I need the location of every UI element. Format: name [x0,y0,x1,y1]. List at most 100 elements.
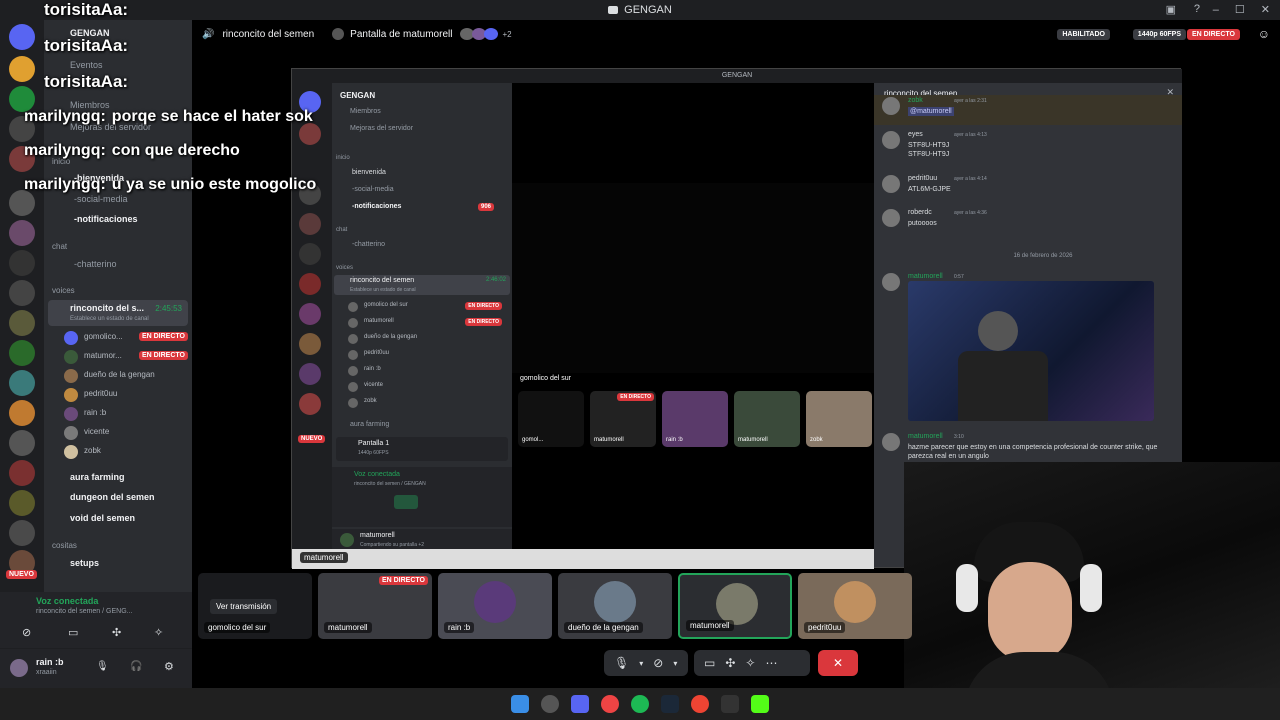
category-cositas[interactable]: cositas [52,541,77,550]
category-voices[interactable]: voices [52,286,75,295]
stream-tile[interactable]: rain :b [438,573,552,639]
chrome-icon[interactable] [601,695,619,713]
microphone-icon[interactable]: 🎙 [96,661,109,672]
voice-status: Establece un estado de canal [70,316,149,322]
more-icon[interactable]: ⋯ [765,656,777,670]
microphone-icon[interactable]: 🎙 [614,656,629,670]
overlay-chat-user: marilyngq: [24,142,106,159]
channel-aura-farming[interactable]: aura farming [70,472,125,482]
inner-channel: -social-media [352,186,394,193]
voice-member[interactable]: pedrit0uu [64,387,188,403]
camera-off-icon[interactable]: ⊘ [22,626,31,639]
stream-tile[interactable]: matumorell [678,573,792,639]
user-avatar-icon[interactable]: ☺ [1258,27,1270,41]
activities-icon[interactable]: ✣ [725,656,735,670]
server-icon[interactable] [9,520,35,546]
channel-chatterino[interactable]: -chatterino [74,259,117,269]
inner-cat-inicio: inicio [336,155,350,161]
stage-channel-name: rinconcito del semen [222,28,315,40]
headphones-icon[interactable]: 🎧 [130,661,142,672]
server-icon[interactable] [9,56,35,82]
steam-icon[interactable] [661,695,679,713]
camera-off-icon[interactable]: ⊘ [653,656,663,670]
soundboard-icon[interactable]: ✧ [745,656,755,670]
events-item[interactable]: Eventos [70,60,103,70]
kick-icon[interactable] [751,695,769,713]
channel-notificaciones[interactable]: -notificaciones [74,214,138,224]
channel-dungeon[interactable]: dungeon del semen [70,492,155,502]
tile-label: matumorell [686,620,734,631]
settings-gear-icon[interactable]: ⚙ [164,660,174,673]
screen-share-icon[interactable]: ▭ [68,626,78,639]
phone-hangup-icon: ✕ [832,656,844,670]
category-chat[interactable]: chat [52,242,67,251]
voice-member[interactable]: rain :b [64,406,188,422]
stream-tile[interactable]: matumorell EN DIRECTO [318,573,432,639]
avatar [332,28,345,40]
windows-start-icon[interactable] [511,695,529,713]
server-icon[interactable] [9,280,35,306]
inbox-icon[interactable]: ▣ [1166,3,1176,16]
chevron-down-icon[interactable]: ▾ [639,659,643,668]
inner-voice-active: rinconcito del semen 2:46:02 Establece u… [334,275,510,295]
server-icon[interactable] [9,340,35,366]
channel-void[interactable]: void del semen [70,513,135,523]
user-tag: xraaiin [36,669,57,676]
discord-icon[interactable] [571,695,589,713]
channel-social-media[interactable]: -social-media [74,194,128,204]
inner-voice-status: Establece un estado de canal [350,287,416,293]
inner-bottom-label: matumorell [300,552,348,563]
inner-screen-card: Pantalla 1 1440p 60FPS [336,437,508,461]
spotify-icon[interactable] [631,695,649,713]
server-icon[interactable] [9,250,35,276]
chat-message: pedrit0uu ayer a las 4:14 ATL6M-GJPE [874,173,1182,203]
inner-stream-tile: rain :b [662,391,728,447]
overlay-chat-text: porqe se hace el hater sok [111,108,313,125]
avatar [474,581,516,623]
message-time: ayer a las 2:31 [954,98,987,104]
obs-icon[interactable] [541,695,559,713]
disconnect-button[interactable]: ✕ [818,650,858,676]
avatar [882,175,900,193]
channel-setups[interactable]: setups [70,558,99,568]
activities-icon[interactable]: ✣ [112,626,121,639]
server-icon[interactable] [9,460,35,486]
inner-cat-voices: voices [336,265,354,271]
help-icon[interactable]: ? [1194,3,1200,15]
voice-member[interactable]: dueño de la gengan [64,368,188,384]
server-icon[interactable] [9,400,35,426]
voice-connection-panel: Voz conectada rinconcito del semen / GEN… [0,592,192,648]
inner-vc-label: Voz conectada [354,471,400,478]
voice-member[interactable]: gomolico... EN DIRECTO [64,330,188,346]
voice-member[interactable]: matumor... EN DIRECTO [64,349,188,365]
server-icon[interactable] [9,310,35,336]
soundboard-icon[interactable]: ✧ [154,626,163,639]
minimize-button[interactable]: – [1213,0,1219,20]
voice-member[interactable]: zobk [64,444,188,460]
stream-tile[interactable]: dueño de la gengan [558,573,672,639]
voice-member[interactable]: vicente [64,425,188,441]
avatar [64,388,78,402]
inner-stream-view: gomolico del sur gomol... matumorell EN DI… [512,83,874,549]
avatar [64,369,78,383]
stream-tile[interactable]: pedrit0uu [798,573,912,639]
watch-stream-button[interactable]: Ver transmisión [210,599,278,614]
stream-tile[interactable]: gomolico del sur Ver transmisión [198,573,312,639]
server-icon[interactable] [9,370,35,396]
maximize-button[interactable]: ☐ [1235,0,1245,20]
close-button[interactable]: ✕ [1261,0,1270,20]
app-icon[interactable] [691,695,709,713]
app-icon[interactable] [721,695,739,713]
attached-image[interactable] [908,281,1154,421]
inner-channel-list: GENGAN Miembros Mejoras del servidor ini… [332,83,512,569]
overlay-chat-user: torisitaAa: [44,72,129,91]
voice-channel-active[interactable]: rinconcito del s... 2:45:53 Establece un… [48,300,188,326]
avatar[interactable] [10,659,28,677]
chevron-down-icon[interactable]: ▾ [673,659,677,668]
server-icon[interactable] [9,430,35,456]
server-icon[interactable] [9,24,35,50]
server-icon[interactable] [9,220,35,246]
voice-member-name: rain :b [84,408,107,417]
server-icon[interactable] [9,490,35,516]
screen-share-icon[interactable]: ▭ [704,656,715,670]
